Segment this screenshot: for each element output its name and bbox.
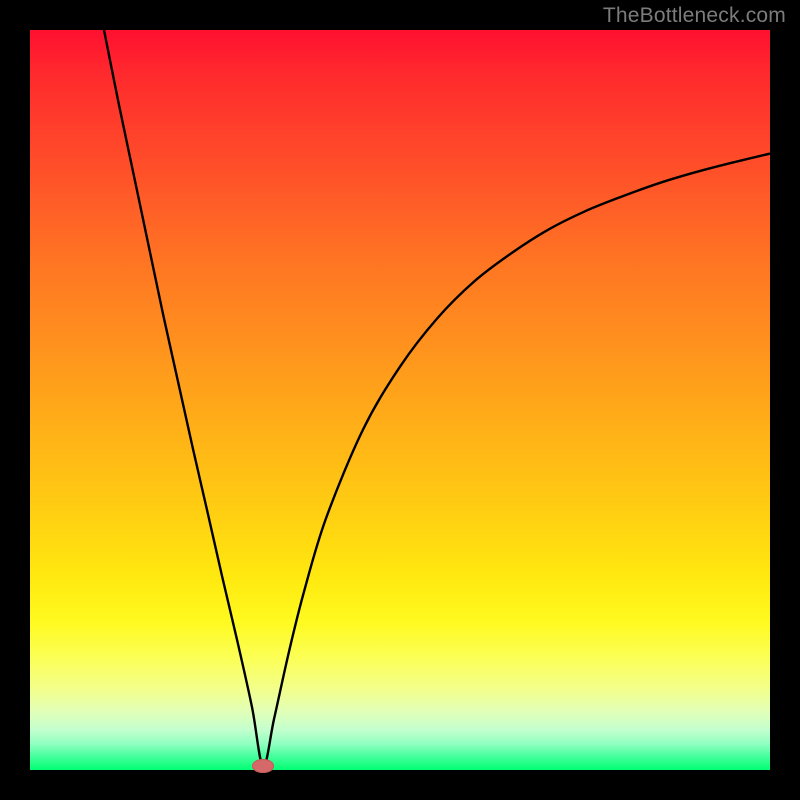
optimal-point-marker [252, 759, 274, 773]
plot-area [30, 30, 770, 770]
curve-path [104, 30, 770, 766]
bottleneck-curve [30, 30, 770, 770]
watermark-text: TheBottleneck.com [603, 4, 786, 28]
chart-frame: TheBottleneck.com [0, 0, 800, 800]
